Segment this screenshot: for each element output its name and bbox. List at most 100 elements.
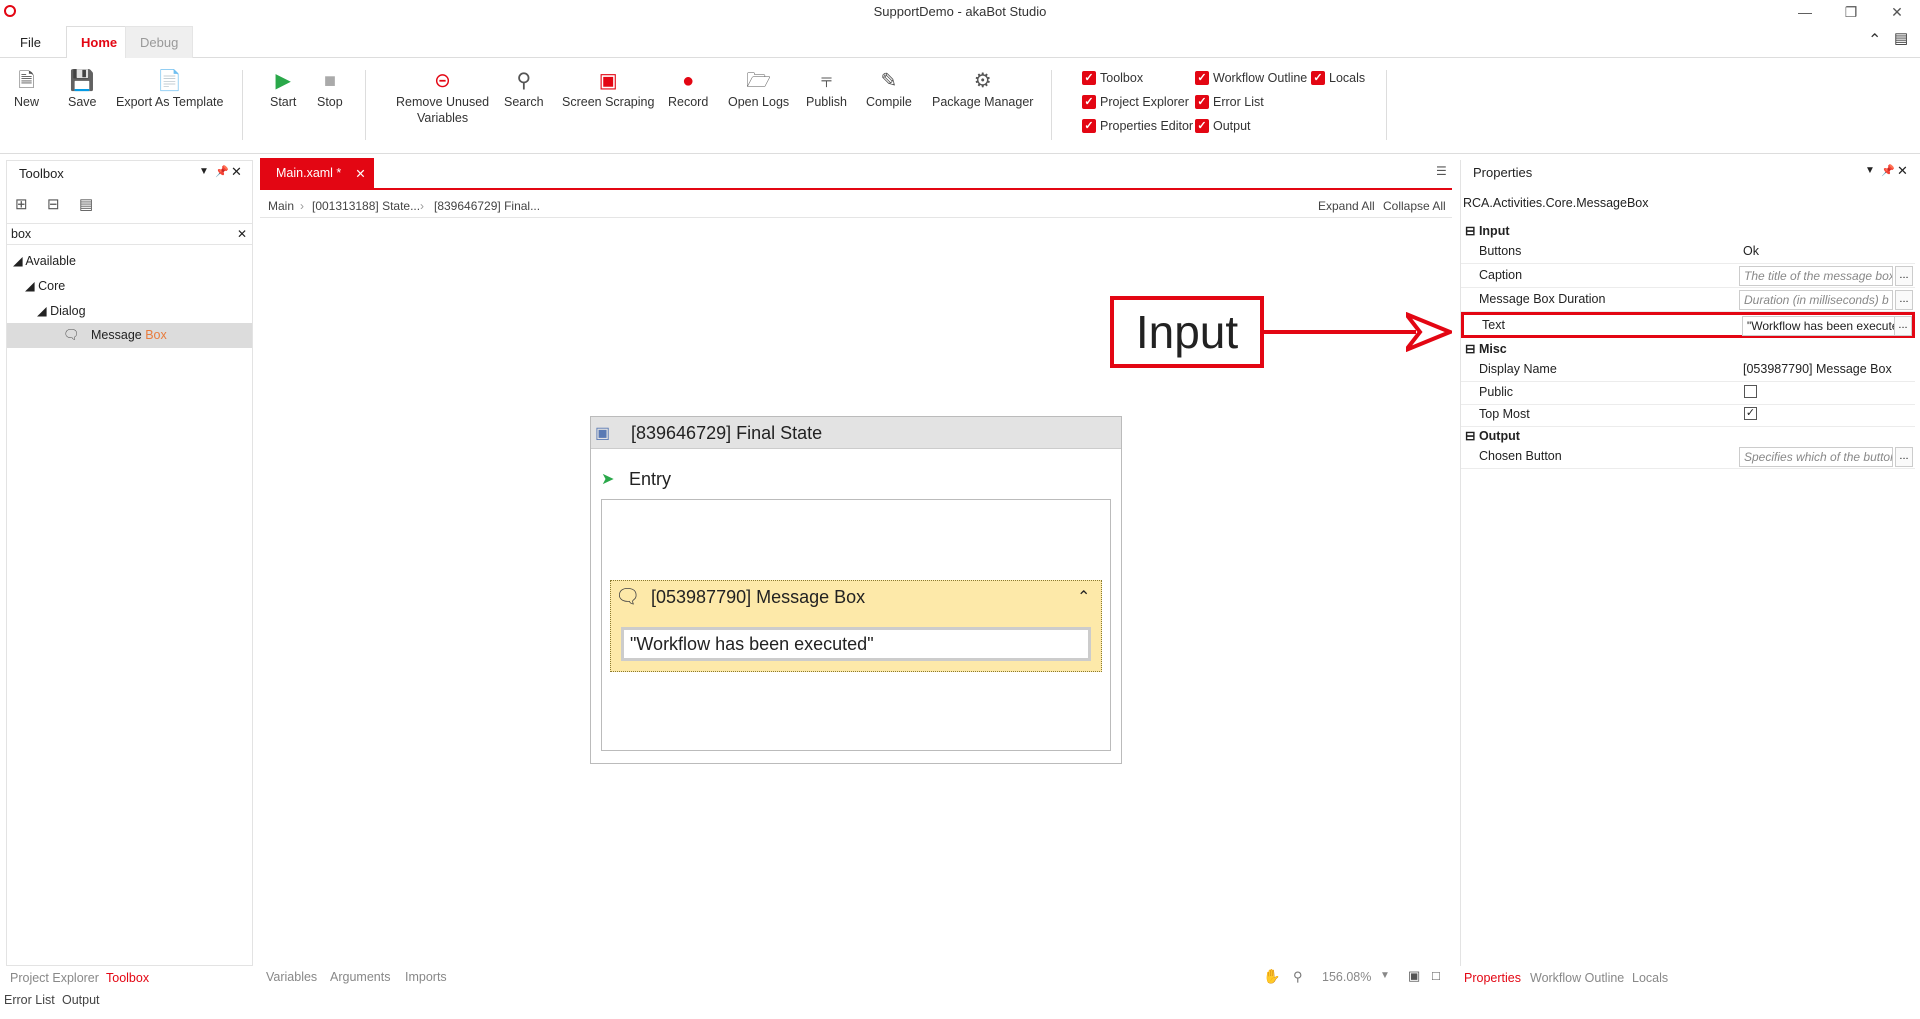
feedback-icon[interactable]: ▤ [1894,29,1908,47]
window-title: SupportDemo - akaBot Studio [873,4,1047,19]
tab-list-icon[interactable]: ☰ [1436,164,1447,178]
start-button[interactable]: ▶ Start [270,68,296,110]
prop-public[interactable]: Public [1461,381,1915,405]
text-input[interactable]: "Workflow has been executed" [1742,316,1896,336]
tab-toolbox[interactable]: Toolbox [106,971,149,985]
ellipsis-button[interactable]: ... [1895,447,1913,467]
prop-buttons[interactable]: Buttons Ok [1461,240,1915,264]
toggle-output[interactable]: ✓ Output [1195,119,1251,133]
collapse-all-link[interactable]: Collapse All [1383,199,1446,213]
tab-locals[interactable]: Locals [1632,971,1668,985]
message-text-input[interactable]: "Workflow has been executed" [621,627,1091,661]
tab-home[interactable]: Home [66,26,133,59]
chosen-button-input[interactable]: Specifies which of the button [1739,447,1893,467]
expand-all-icon[interactable]: ⊞ [15,195,28,213]
imports-tab[interactable]: Imports [405,970,447,984]
ribbon: 🗎 New 💾 Save 📄 Export As Template ▶ Start ■ S… [0,58,1920,154]
entry-container[interactable]: 🗨 [053987790] Message Box ⌃ "Workflow ha… [601,499,1111,751]
breadcrumb-main[interactable]: Main [268,199,294,213]
restore-icon[interactable]: ❐ [1828,0,1874,24]
caption-input[interactable]: The title of the message box [1739,266,1893,286]
arguments-tab[interactable]: Arguments [330,970,390,984]
minimize-icon[interactable]: — [1782,0,1828,24]
ellipsis-button[interactable]: ... [1895,266,1913,286]
close-window-icon[interactable]: ✕ [1874,0,1920,24]
toggle-locals[interactable]: ✓ Locals [1311,71,1365,85]
section-output[interactable]: ⊟ Output [1465,428,1520,443]
toolbox-panel: Toolbox ▼ 📌 ✕ ⊞ ⊟ ▤ box ✕ ◢ Available ◢ … [6,160,253,966]
section-misc[interactable]: ⊟ Misc [1465,341,1507,356]
open-logs-button[interactable]: 🗁 Open Logs [728,68,789,110]
breadcrumb-final[interactable]: [839646729] Final... [434,199,540,213]
prop-text[interactable]: Text "Workflow has been executed"... [1461,312,1915,338]
tree-node-available[interactable]: ◢ Available [13,253,76,268]
tab-properties[interactable]: Properties [1464,971,1521,985]
prop-caption[interactable]: Caption The title of the message box... [1461,264,1915,288]
tree-item-message-box[interactable]: 🗨 Message Box [7,323,252,348]
compile-button[interactable]: ✎ Compile [866,68,912,110]
expand-all-link[interactable]: Expand All [1318,199,1375,213]
dropdown-icon[interactable]: ▼ [199,166,209,177]
list-view-icon[interactable]: ▤ [79,195,93,213]
save-button[interactable]: 💾 Save [68,68,97,110]
breadcrumb-state[interactable]: [001313188] State... [312,199,420,213]
remove-icon: ⊝ [434,70,451,92]
package-manager-button[interactable]: ⚙ Package Manager [932,68,1033,110]
prop-display-name[interactable]: Display Name [053987790] Message Box [1461,358,1915,382]
title-bar: SupportDemo - akaBot Studio — ❐ ✕ [0,0,1920,24]
duration-input[interactable]: Duration (in milliseconds) b [1739,290,1893,310]
public-checkbox[interactable] [1744,385,1757,398]
tree-node-core[interactable]: ◢ Core [25,278,65,293]
tab-debug[interactable]: Debug [125,26,194,59]
tab-workflow-outline[interactable]: Workflow Outline [1530,971,1624,985]
collapse-activity-icon[interactable]: ⌃ [1077,587,1090,607]
close-icon[interactable]: ✕ [231,164,242,180]
record-button[interactable]: ● Record [668,68,708,110]
fit-screen-icon[interactable]: ▣ [1408,968,1420,984]
toggle-toolbox[interactable]: ✓ Toolbox [1082,71,1143,85]
remove-unused-variables-button[interactable]: ⊝ Remove Unused Variables [396,68,489,126]
ellipsis-button[interactable]: ... [1894,316,1912,336]
collapse-all-icon[interactable]: ⊟ [47,195,60,213]
search-button[interactable]: ⚲ Search [504,68,544,110]
checkbox-checked-icon: ✓ [1082,119,1096,133]
message-box-activity[interactable]: 🗨 [053987790] Message Box ⌃ "Workflow ha… [610,580,1102,672]
overview-icon[interactable]: □ [1432,968,1440,983]
toggle-workflow-outline[interactable]: ✓ Workflow Outline [1195,71,1307,85]
collapse-ribbon-icon[interactable]: ⌃ [1868,30,1881,50]
tab-output[interactable]: Output [62,993,100,1007]
toggle-error-list[interactable]: ✓ Error List [1195,95,1264,109]
properties-header: Properties ▼ 📌 ✕ [1473,163,1908,180]
toolbox-search-input[interactable]: box ✕ [7,223,252,245]
pin-icon[interactable]: 📌 [1881,164,1895,177]
zoom-dropdown-icon[interactable]: ▼ [1380,970,1390,981]
hand-pan-icon[interactable]: ✋ [1263,968,1280,985]
pin-icon[interactable]: 📌 [215,165,229,178]
new-button[interactable]: 🗎 New [14,68,39,110]
top-most-checkbox[interactable]: ✓ [1744,407,1757,420]
stop-button[interactable]: ■ Stop [317,68,343,110]
variables-tab[interactable]: Variables [266,970,317,984]
tab-project-explorer[interactable]: Project Explorer [10,971,99,985]
section-input[interactable]: ⊟ Input [1465,223,1510,238]
tab-main-xaml[interactable]: Main.xaml * ✕ [260,158,374,188]
toggle-properties-editor[interactable]: ✓ Properties Editor [1082,119,1193,133]
prop-chosen-button[interactable]: Chosen Button Specifies which of the butt… [1461,445,1915,469]
prop-duration[interactable]: Message Box Duration Duration (in millise… [1461,288,1915,312]
clear-search-icon[interactable]: ✕ [237,227,247,241]
prop-top-most[interactable]: Top Most ✓ [1461,403,1915,427]
tab-error-list[interactable]: Error List [4,993,55,1007]
export-template-button[interactable]: 📄 Export As Template [116,68,223,110]
toggle-project-explorer[interactable]: ✓ Project Explorer [1082,95,1189,109]
zoom-level[interactable]: 156.08% [1322,970,1371,984]
close-icon[interactable]: ✕ [1897,163,1908,179]
publish-button[interactable]: ⫧ Publish [806,68,847,110]
zoom-icon[interactable]: ⚲ [1293,969,1303,985]
final-state-activity[interactable]: ▣ [839646729] Final State ➤ Entry 🗨 [053… [590,416,1122,764]
screen-scraping-button[interactable]: ▣ Screen Scraping [562,68,654,110]
tree-node-dialog[interactable]: ◢ Dialog [37,303,86,318]
close-tab-icon[interactable]: ✕ [355,166,365,181]
ellipsis-button[interactable]: ... [1895,290,1913,310]
tab-file[interactable]: File [6,26,55,59]
dropdown-icon[interactable]: ▼ [1865,165,1875,176]
